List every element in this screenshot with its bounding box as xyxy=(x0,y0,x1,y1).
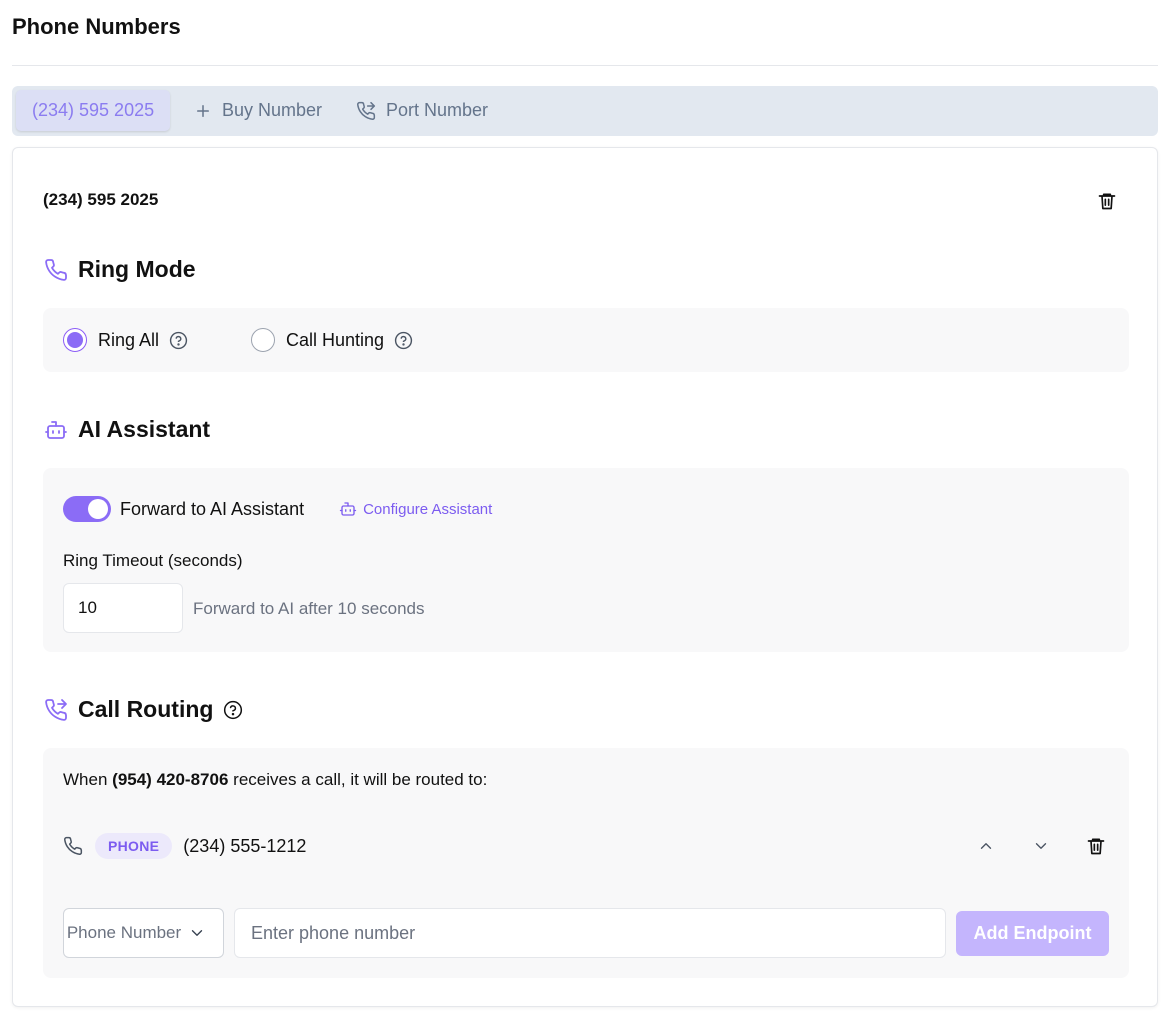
ring-timeout-input[interactable] xyxy=(63,583,183,633)
ring-timeout-label: Ring Timeout (seconds) xyxy=(63,551,243,570)
ring-mode-title-text: Ring Mode xyxy=(78,256,196,282)
move-up-button[interactable] xyxy=(973,833,999,859)
delete-number-button[interactable] xyxy=(1096,190,1118,212)
header-divider xyxy=(12,65,1158,66)
radio-call-hunting-label: Call Hunting xyxy=(286,329,385,350)
trash-icon xyxy=(1097,191,1117,211)
routing-prefix: When xyxy=(63,770,108,789)
number-tabbar: (234) 595 2025 Buy Number Port Number xyxy=(12,86,1158,136)
routing-suffix: receives a call, it will be routed to: xyxy=(233,770,488,789)
move-down-button[interactable] xyxy=(1028,833,1054,859)
phone-icon xyxy=(63,836,83,856)
ring-mode-title: Ring Mode xyxy=(43,256,196,283)
trash-icon xyxy=(1086,836,1106,856)
endpoint-type-select-value: Phone Number xyxy=(66,923,182,942)
call-routing-title-text: Call Routing xyxy=(78,696,214,722)
radio-ring-all-label: Ring All xyxy=(98,329,160,350)
radio-ring-all[interactable]: Ring All xyxy=(63,328,188,352)
tab-buy-number-label: Buy Number xyxy=(222,100,323,120)
page-title: Phone Numbers xyxy=(12,14,181,39)
help-icon[interactable] xyxy=(394,331,413,350)
number-detail-card: (234) 595 2025 Ring Mode Ring All Call H… xyxy=(12,147,1158,1007)
routing-description: When (954) 420-8706 receives a call, it … xyxy=(63,770,487,790)
tab-active-number-label: (234) 595 2025 xyxy=(32,100,155,120)
forward-ai-row: Forward to AI Assistant Configure Assist… xyxy=(63,496,492,522)
endpoint-type-select[interactable]: Phone Number xyxy=(63,908,224,958)
tab-buy-number[interactable]: Buy Number xyxy=(194,90,322,131)
endpoint-number: (234) 555-1212 xyxy=(183,835,307,856)
tab-active-number[interactable]: (234) 595 2025 xyxy=(16,90,171,131)
help-icon[interactable] xyxy=(169,331,188,350)
bot-icon xyxy=(43,417,69,443)
radio-call-hunting-circle[interactable] xyxy=(251,328,275,352)
delete-endpoint-button[interactable] xyxy=(1083,833,1109,859)
number-heading: (234) 595 2025 xyxy=(43,190,159,209)
endpoint-phone-input[interactable] xyxy=(234,908,946,958)
call-routing-panel: When (954) 420-8706 receives a call, it … xyxy=(43,748,1129,978)
tab-port-number[interactable]: Port Number xyxy=(356,90,488,131)
phone-forward-icon xyxy=(356,101,376,121)
chevron-down-icon xyxy=(1032,837,1050,855)
help-icon[interactable] xyxy=(223,700,243,720)
plus-icon xyxy=(194,102,212,120)
ring-mode-panel: Ring All Call Hunting xyxy=(43,308,1129,372)
configure-assistant-link[interactable]: Configure Assistant xyxy=(339,500,492,518)
routing-source-number: (954) 420-8706 xyxy=(112,770,229,789)
ai-assistant-title: AI Assistant xyxy=(43,416,210,443)
phone-icon xyxy=(43,257,69,283)
ai-assistant-panel: Forward to AI Assistant Configure Assist… xyxy=(43,468,1129,652)
endpoint-actions xyxy=(973,832,1109,860)
radio-call-hunting[interactable]: Call Hunting xyxy=(251,328,413,352)
configure-assistant-label: Configure Assistant xyxy=(363,500,493,518)
forward-ai-label: Forward to AI Assistant xyxy=(120,498,305,519)
chevron-up-icon xyxy=(977,837,995,855)
endpoint-row: PHONE (234) 555-1212 xyxy=(63,832,1109,860)
tab-port-number-label: Port Number xyxy=(386,100,489,120)
ai-assistant-title-text: AI Assistant xyxy=(78,416,211,442)
endpoint-type-badge: PHONE xyxy=(95,833,173,859)
ring-timeout-hint: Forward to AI after 10 seconds xyxy=(193,599,425,618)
forward-ai-toggle[interactable] xyxy=(63,496,111,522)
bot-icon xyxy=(339,500,357,518)
chevron-down-icon xyxy=(188,924,206,942)
radio-ring-all-circle[interactable] xyxy=(63,328,87,352)
call-routing-title: Call Routing xyxy=(43,696,243,723)
phone-forward-icon xyxy=(43,697,69,723)
add-endpoint-button[interactable]: Add Endpoint xyxy=(956,911,1109,956)
